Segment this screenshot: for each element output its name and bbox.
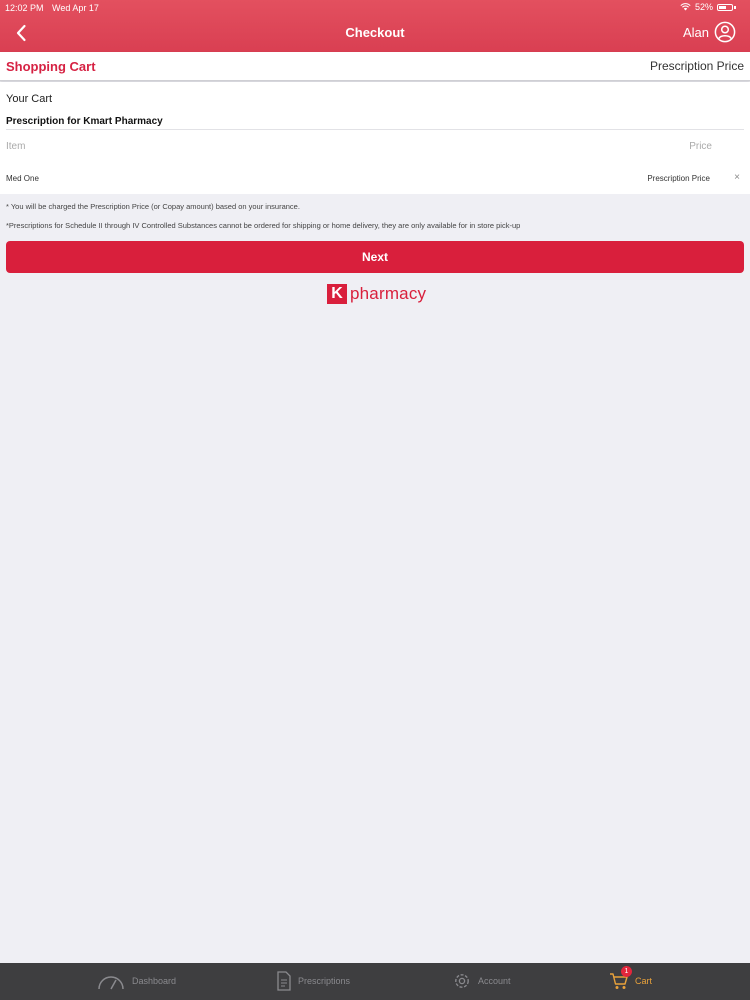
tab-account-label: Account [478, 976, 511, 986]
tab-prescriptions-label: Prescriptions [298, 976, 351, 986]
tab-cart[interactable]: 1 Cart [609, 966, 653, 991]
tab-dashboard[interactable]: Dashboard [96, 971, 176, 991]
pharmacy-line: Prescription for Kmart Pharmacy [6, 116, 163, 127]
kmart-pharmacy-logo: K pharmacy [327, 283, 426, 305]
next-button[interactable]: Next [6, 241, 744, 273]
prescription-document-icon [277, 971, 291, 991]
remove-item-button[interactable]: × [734, 172, 740, 183]
user-account-button[interactable]: Alan [683, 21, 736, 43]
insurance-note: * You will be charged the Prescription P… [6, 202, 300, 211]
battery-icon [717, 3, 733, 11]
column-header-price: Price [689, 141, 712, 152]
bottom-tab-bar: Dashboard Prescriptions Account 1 Cart [0, 963, 750, 1000]
battery-percentage: 52% [694, 2, 713, 12]
tab-prescriptions[interactable]: Prescriptions [276, 971, 350, 991]
status-bar: 12:02 PM Wed Apr 17 52% [0, 0, 750, 14]
dashboard-gauge-icon [98, 976, 124, 990]
status-time: 12:02 PM [5, 3, 44, 13]
controlled-substances-note: *Prescriptions for Schedule II through I… [6, 221, 521, 230]
shopping-cart-header: Shopping Cart Prescription Price [0, 52, 750, 81]
shopping-cart-title: Shopping Cart [6, 59, 96, 74]
cart-item-price: Prescription Price [647, 174, 710, 183]
top-navigation-bar: 12:02 PM Wed Apr 17 52% Checkout Alan [0, 0, 750, 52]
cart-item-name: Med One [6, 174, 39, 183]
column-header-item: Item [6, 141, 26, 152]
chevron-left-icon [16, 24, 26, 42]
user-name: Alan [682, 24, 709, 40]
tab-dashboard-label: Dashboard [132, 976, 177, 986]
your-cart-heading: Your Cart [6, 93, 53, 105]
page-title: Checkout [345, 25, 405, 40]
kmart-logo-mark: K [327, 284, 347, 304]
cart-count-badge: 1 [621, 966, 632, 977]
back-button[interactable] [8, 20, 34, 46]
divider [6, 129, 744, 130]
battery-cap [734, 5, 736, 9]
status-date: Wed Apr 17 [52, 3, 99, 13]
gear-icon [455, 974, 469, 988]
status-indicators: 52% [680, 2, 736, 12]
pharmacy-logo-text: pharmacy [350, 284, 427, 303]
wifi-icon [680, 3, 691, 11]
user-avatar-icon [714, 21, 736, 43]
tab-cart-label: Cart [635, 976, 653, 986]
cart-panel: Your Cart Prescription for Kmart Pharmac… [0, 82, 750, 194]
tab-account[interactable]: Account [452, 971, 511, 991]
prescription-price-label: Prescription Price [649, 59, 744, 73]
